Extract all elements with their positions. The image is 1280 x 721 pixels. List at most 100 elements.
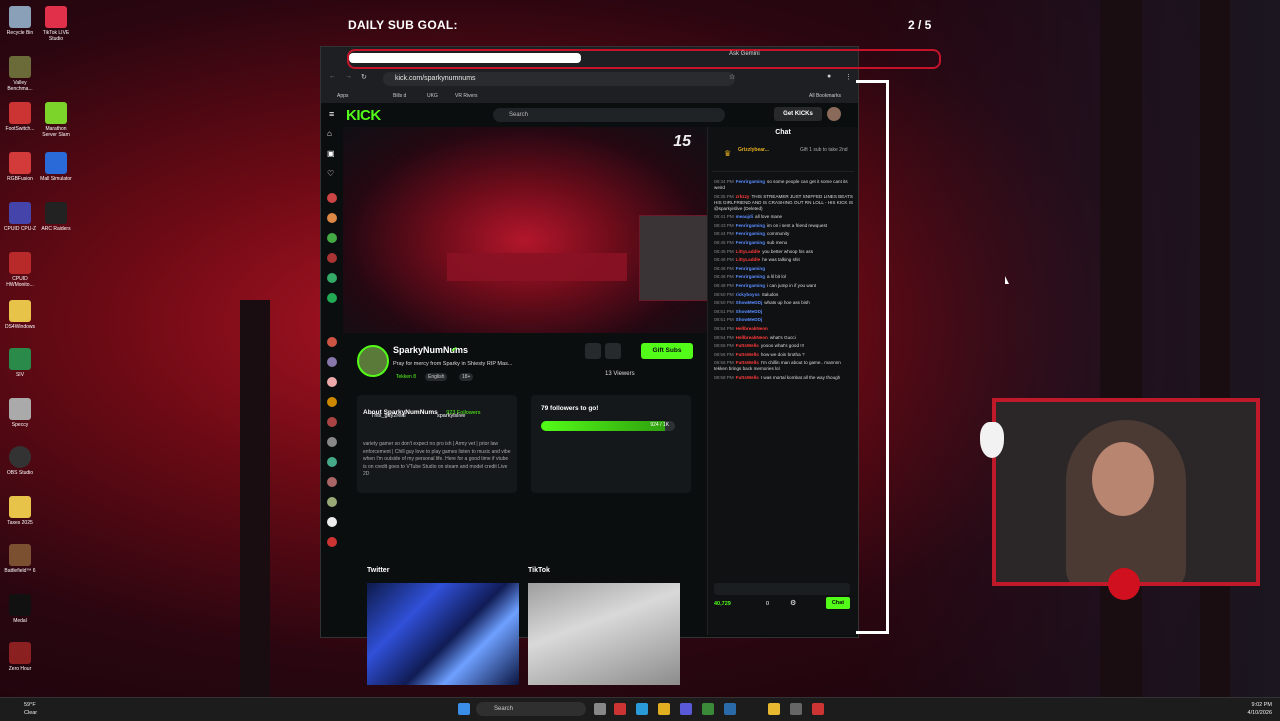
following-icon[interactable]: ♡: [327, 169, 334, 178]
channel-avatar[interactable]: [327, 397, 337, 407]
taskbar-search[interactable]: Search: [476, 702, 586, 716]
streamer-avatar[interactable]: [357, 345, 389, 377]
twitter-panel-image[interactable]: [367, 583, 519, 685]
message-user[interactable]: Fenrirgaming: [736, 231, 765, 236]
desktop-icon[interactable]: DS4Windows: [2, 300, 38, 330]
message-user[interactable]: Fenrirgaming: [736, 274, 765, 279]
home-icon[interactable]: ⌂: [327, 129, 332, 138]
social-tiktok[interactable]: sparkyislive: [437, 413, 465, 419]
desktop-icon[interactable]: CPUID HWMonito...: [2, 252, 38, 288]
tiktok-panel-image[interactable]: [528, 583, 680, 685]
channel-avatar[interactable]: [327, 537, 337, 547]
desktop-icon[interactable]: TikTok LIVE Studio: [38, 6, 74, 42]
message-user[interactable]: rickyboyss: [736, 292, 760, 297]
channel-avatar[interactable]: [327, 417, 337, 427]
taskbar-app-icon[interactable]: [702, 703, 714, 715]
desktop-icon[interactable]: RGBFusion: [2, 152, 38, 182]
message-user[interactable]: Fenrirgaming: [736, 240, 765, 245]
bookmark-ukg[interactable]: UKG: [427, 93, 438, 99]
message-user[interactable]: ShowMeDDj: [736, 300, 763, 305]
message-user[interactable]: Fenrirgaming: [736, 223, 765, 228]
back-icon[interactable]: ←: [329, 73, 336, 80]
rating-tag[interactable]: 18+: [459, 373, 474, 381]
channel-avatar[interactable]: [327, 193, 337, 203]
video-player[interactable]: 15: [343, 127, 727, 333]
channel-avatar[interactable]: [327, 357, 337, 367]
browser-tab[interactable]: [349, 53, 581, 63]
bookmark-bills[interactable]: Bills d: [393, 93, 406, 99]
desktop-icon[interactable]: ARC Raiders: [38, 202, 74, 232]
category-tag[interactable]: Tekken 8: [393, 373, 419, 381]
desktop-icon[interactable]: Zero Hour: [2, 642, 38, 672]
reload-icon[interactable]: ↻: [361, 73, 367, 81]
kick-logo[interactable]: KICK: [346, 107, 381, 124]
windows-start-icon[interactable]: [458, 703, 470, 715]
message-user[interactable]: Fenrirgaming: [736, 283, 765, 288]
message-user[interactable]: FuttsWells: [736, 343, 759, 348]
channel-avatar[interactable]: [327, 273, 337, 283]
ask-gemini-button[interactable]: Ask Gemini: [729, 51, 760, 57]
star-icon[interactable]: ☆: [729, 73, 735, 81]
desktop-icon[interactable]: SIV: [2, 348, 38, 378]
task-view-icon[interactable]: [594, 703, 606, 715]
taskbar-app-icon[interactable]: [812, 703, 824, 715]
notification-button[interactable]: [585, 343, 601, 359]
channel-avatar[interactable]: [327, 457, 337, 467]
message-user[interactable]: FuttsWells: [736, 375, 759, 380]
message-user[interactable]: Fenrirgaming: [736, 179, 765, 184]
chrome-icon[interactable]: [658, 703, 670, 715]
desktop-icon[interactable]: Medal: [2, 594, 38, 624]
channel-avatar[interactable]: [327, 293, 337, 303]
message-user[interactable]: FuttsWells: [736, 352, 759, 357]
taskbar-app-icon[interactable]: [614, 703, 626, 715]
channel-avatar[interactable]: [327, 477, 337, 487]
social-x[interactable]: This_guy2real: [371, 413, 406, 419]
pinned-user[interactable]: Grizzlybear...: [738, 147, 769, 153]
file-explorer-icon[interactable]: [768, 703, 780, 715]
channel-avatar[interactable]: [327, 497, 337, 507]
desktop-icon[interactable]: CPUID CPU-Z: [2, 202, 38, 232]
follow-button[interactable]: [605, 343, 621, 359]
bookmark-vr-rivers[interactable]: VR Rivers: [455, 93, 478, 99]
taskbar-app-icon[interactable]: [680, 703, 692, 715]
menu-icon[interactable]: ⋮: [845, 73, 852, 81]
message-user[interactable]: meaujdi: [736, 214, 753, 219]
desktop-icon[interactable]: Valley Benchma...: [2, 56, 38, 92]
search-input[interactable]: Search: [493, 108, 725, 122]
desktop-icon[interactable]: FootSwitch...: [2, 102, 38, 132]
desktop-icon[interactable]: Battlefield™ 6: [2, 544, 38, 574]
taskbar-app-icon[interactable]: [724, 703, 736, 715]
url-field[interactable]: kick.com/sparkynumnums: [383, 72, 735, 86]
system-clock[interactable]: 9:02 PM 4/10/2026: [1248, 701, 1272, 717]
message-user[interactable]: LittyLaddle: [736, 257, 761, 262]
user-avatar[interactable]: [827, 107, 841, 121]
channel-avatar[interactable]: [327, 517, 337, 527]
get-kicks-button[interactable]: Get KICKs: [774, 107, 822, 121]
desktop-icon[interactable]: Marathon Server Slam: [38, 102, 74, 138]
channel-avatar[interactable]: [327, 437, 337, 447]
desktop-icon[interactable]: Mall Simulator: [38, 152, 74, 182]
channel-avatar[interactable]: [327, 213, 337, 223]
desktop-icon[interactable]: Recycle Bin: [2, 6, 38, 36]
channel-avatar[interactable]: [327, 253, 337, 263]
browse-icon[interactable]: ▣: [327, 149, 335, 158]
profile-icon[interactable]: ●: [827, 73, 831, 80]
channel-avatar[interactable]: [327, 377, 337, 387]
weather-widget[interactable]: 59°F Clear: [24, 701, 37, 717]
desktop-icon[interactable]: OBS Studio: [2, 446, 38, 476]
settings-icon[interactable]: ⚙: [790, 599, 796, 607]
all-bookmarks[interactable]: All Bookmarks: [809, 93, 841, 99]
message-user[interactable]: ShowMeDDj: [736, 309, 763, 314]
channel-avatar[interactable]: [327, 233, 337, 243]
edge-icon[interactable]: [636, 703, 648, 715]
forward-icon[interactable]: →: [345, 73, 352, 80]
gift-subs-button[interactable]: Gift Subs: [641, 343, 693, 359]
taskbar-app-icon[interactable]: [790, 703, 802, 715]
message-user[interactable]: HellbreakNeon: [736, 326, 768, 331]
message-user[interactable]: FuttsWells: [736, 360, 759, 365]
language-tag[interactable]: English: [425, 373, 448, 381]
message-user[interactable]: HellbreakNeon: [736, 335, 768, 340]
desktop-icon[interactable]: Speccy: [2, 398, 38, 428]
channel-avatar[interactable]: [327, 337, 337, 347]
message-user[interactable]: ShowMeDDj: [736, 317, 763, 322]
